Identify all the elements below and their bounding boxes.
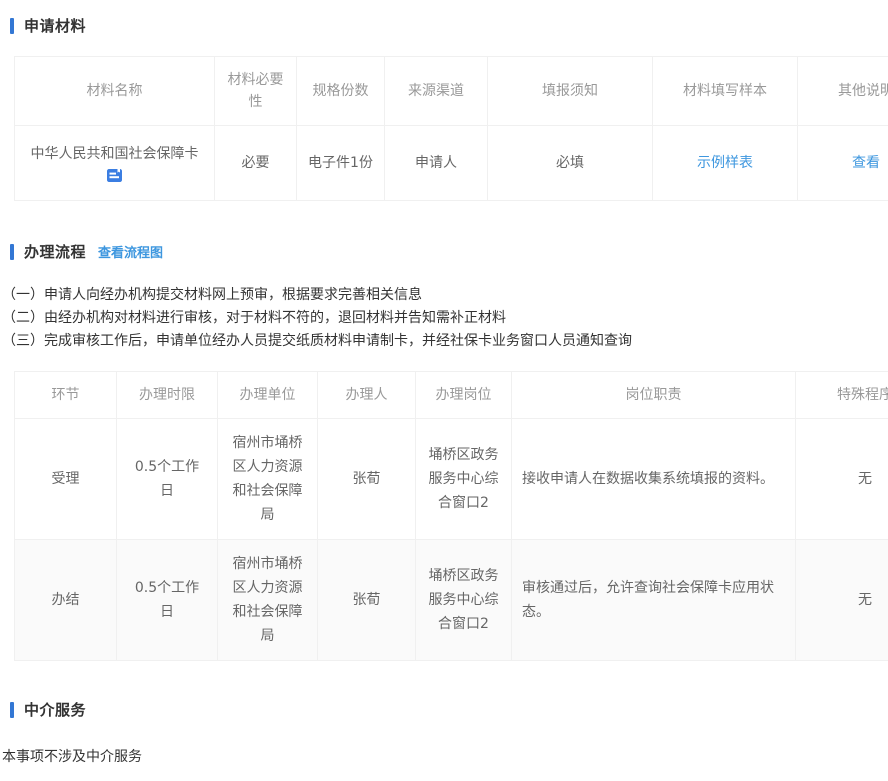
col-duty: 岗位职责 — [512, 372, 796, 419]
post-cell: 埇桥区政务服务中心综合窗口2 — [416, 419, 512, 540]
materials-section-title: 申请材料 — [24, 15, 86, 36]
person-cell: 张荀 — [318, 540, 416, 661]
flow-step-3: （三）完成审核工作后，申请单位经办人员提交纸质材料申请制卡，并经社保卡业务窗口人… — [2, 330, 888, 353]
col-source-channel: 来源渠道 — [385, 57, 488, 126]
section-marker — [10, 702, 14, 718]
flow-step-2: （二）由经办机构对材料进行审核，对于材料不符的，退回材料并告知需补正材料 — [2, 307, 888, 330]
material-spec-cell: 电子件1份 — [297, 126, 385, 201]
col-step: 环节 — [15, 372, 117, 419]
post-cell: 埇桥区政务服务中心综合窗口2 — [416, 540, 512, 661]
intermediary-section-title: 中介服务 — [24, 699, 86, 720]
section-marker — [10, 18, 14, 34]
time-cell: 0.5个工作日 — [117, 540, 218, 661]
process-row-complete: 办结 0.5个工作日 宿州市埇桥区人力资源和社会保障局 张荀 埇桥区政务服务中心… — [15, 540, 888, 661]
col-spec-copies: 规格份数 — [297, 57, 385, 126]
duty-cell: 审核通过后，允许查询社会保障卡应用状态。 — [512, 540, 796, 661]
material-row: 中华人民共和国社会保障卡 必要 电子件1份 申请人 — [15, 126, 888, 201]
col-unit: 办理单位 — [218, 372, 318, 419]
col-special: 特殊程序 — [796, 372, 888, 419]
flowchart-link[interactable]: 查看流程图 — [98, 242, 163, 261]
process-section-header: 办理流程 查看流程图 — [10, 241, 888, 262]
col-sample: 材料填写样本 — [653, 57, 798, 126]
flow-steps: （一）申请人向经办机构提交材料网上预审，根据要求完善相关信息 （二）由经办机构对… — [2, 284, 888, 353]
flow-step-1: （一）申请人向经办机构提交材料网上预审，根据要求完善相关信息 — [2, 284, 888, 307]
section-marker — [10, 244, 14, 260]
col-necessity: 材料必要性 — [215, 57, 297, 126]
unit-cell: 宿州市埇桥区人力资源和社会保障局 — [218, 540, 318, 661]
sample-link[interactable]: 示例样表 — [697, 155, 753, 171]
material-name-cell: 中华人民共和国社会保障卡 — [15, 126, 215, 201]
view-link[interactable]: 查看 — [852, 155, 880, 171]
step-cell: 受理 — [15, 419, 117, 540]
process-section-title: 办理流程 — [24, 241, 86, 262]
material-sample-cell: 示例样表 — [653, 126, 798, 201]
material-other-cell: 查看 — [798, 126, 888, 201]
card-icon[interactable] — [106, 168, 123, 183]
intermediary-section-header: 中介服务 — [10, 699, 888, 720]
time-cell: 0.5个工作日 — [117, 419, 218, 540]
col-other-notes: 其他说明 — [798, 57, 888, 126]
process-table: 环节 办理时限 办理单位 办理人 办理岗位 岗位职责 特殊程序 受理 0.5个工… — [14, 371, 888, 661]
intermediary-note: 本事项不涉及中介服务 — [2, 746, 888, 766]
process-row-accept: 受理 0.5个工作日 宿州市埇桥区人力资源和社会保障局 张荀 埇桥区政务服务中心… — [15, 419, 888, 540]
service-detail-page: 申请材料 材料名称 材料必要性 规格份数 来源渠道 填报须知 材料填写样本 其他… — [0, 0, 888, 781]
person-cell: 张荀 — [318, 419, 416, 540]
materials-section-header: 申请材料 — [10, 15, 888, 36]
special-cell: 无 — [796, 419, 888, 540]
material-source-cell: 申请人 — [385, 126, 488, 201]
materials-table-header-row: 材料名称 材料必要性 规格份数 来源渠道 填报须知 材料填写样本 其他说明 — [15, 57, 888, 126]
material-name-text: 中华人民共和国社会保障卡 — [31, 143, 199, 165]
col-time-limit: 办理时限 — [117, 372, 218, 419]
unit-cell: 宿州市埇桥区人力资源和社会保障局 — [218, 419, 318, 540]
material-notice-cell: 必填 — [488, 126, 653, 201]
col-handler: 办理人 — [318, 372, 416, 419]
step-cell: 办结 — [15, 540, 117, 661]
material-necessity-cell: 必要 — [215, 126, 297, 201]
col-filling-notice: 填报须知 — [488, 57, 653, 126]
col-post: 办理岗位 — [416, 372, 512, 419]
duty-cell: 接收申请人在数据收集系统填报的资料。 — [512, 419, 796, 540]
col-material-name: 材料名称 — [15, 57, 215, 126]
materials-table: 材料名称 材料必要性 规格份数 来源渠道 填报须知 材料填写样本 其他说明 中华… — [14, 56, 888, 201]
special-cell: 无 — [796, 540, 888, 661]
process-table-header-row: 环节 办理时限 办理单位 办理人 办理岗位 岗位职责 特殊程序 — [15, 372, 888, 419]
